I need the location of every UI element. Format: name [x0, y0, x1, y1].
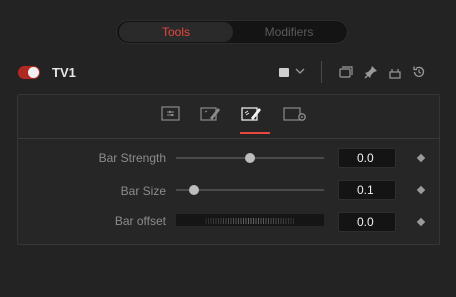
tab-tools[interactable]: Tools — [119, 22, 233, 42]
node-color-swatch[interactable] — [279, 68, 289, 77]
reset-icon[interactable] — [411, 64, 427, 80]
node-name: TV1 — [52, 65, 76, 80]
bar-offset-thumbwheel[interactable] — [176, 214, 324, 226]
bar-offset-value-field[interactable]: 0.0 — [338, 212, 396, 232]
param-label-bar-offset: Bar offset — [114, 214, 166, 228]
chevron-down-icon[interactable] — [295, 64, 305, 81]
versions-icon[interactable] — [338, 64, 354, 80]
controls-icon[interactable] — [160, 105, 182, 123]
settings-icon[interactable] — [282, 105, 306, 123]
edit-active-icon[interactable] — [240, 105, 262, 123]
lock-icon[interactable] — [387, 64, 403, 80]
toggle-knob — [28, 67, 39, 78]
param-label-bar-strength: Bar Strength — [98, 151, 166, 165]
panel-tab-bar — [18, 95, 439, 139]
thumbwheel-ticks — [205, 218, 294, 224]
bar-strength-slider-handle[interactable] — [245, 153, 255, 163]
bar-strength-value-field[interactable]: 0.0 — [338, 148, 396, 168]
bar-size-slider-handle[interactable] — [188, 185, 199, 195]
bar-size-value-field[interactable]: 0.1 — [338, 180, 396, 200]
edit-icon[interactable] — [199, 105, 221, 123]
tool-tabs: Tools Modifiers — [116, 20, 348, 44]
param-label-bar-size: Bar Size — [120, 184, 166, 198]
active-tab-indicator — [240, 132, 270, 134]
node-enable-toggle[interactable] — [18, 66, 40, 79]
pin-icon[interactable] — [363, 64, 379, 80]
header-divider — [321, 61, 322, 83]
tab-modifiers[interactable]: Modifiers — [233, 22, 345, 42]
